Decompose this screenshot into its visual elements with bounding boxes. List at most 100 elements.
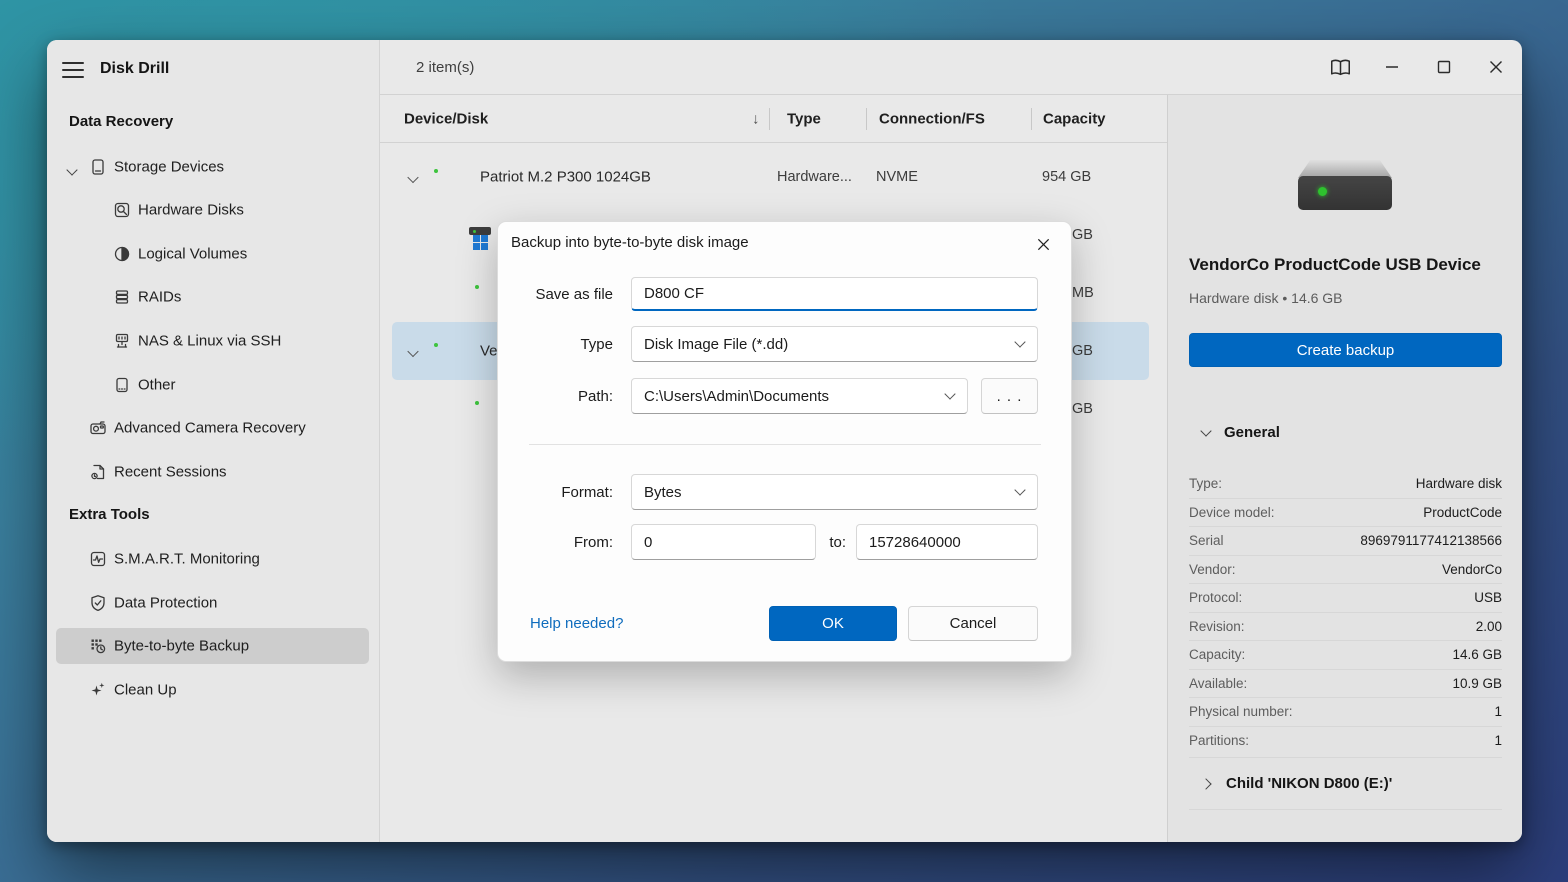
sidebar-item-raids[interactable]: RAIDs bbox=[56, 279, 369, 315]
close-icon[interactable] bbox=[1470, 45, 1522, 89]
minimize-icon[interactable] bbox=[1366, 45, 1418, 89]
close-icon[interactable] bbox=[1027, 228, 1059, 260]
sidebar-item-logical-volumes[interactable]: Logical Volumes bbox=[56, 236, 369, 272]
sidebar-item-smart-monitoring[interactable]: S.M.A.R.T. Monitoring bbox=[56, 541, 369, 577]
device-details-panel: VendorCo ProductCode USB Device Hardware… bbox=[1167, 95, 1522, 842]
sidebar-item-label: Recent Sessions bbox=[114, 463, 227, 481]
format-dropdown[interactable]: Bytes bbox=[631, 474, 1038, 510]
column-connection-fs[interactable]: Connection/FS bbox=[879, 110, 985, 127]
from-input[interactable] bbox=[631, 524, 816, 560]
sidebar-item-hardware-disks[interactable]: Hardware Disks bbox=[56, 192, 369, 228]
chevron-down-icon bbox=[944, 388, 956, 400]
chevron-right-icon bbox=[1200, 777, 1212, 790]
cancel-button[interactable]: Cancel bbox=[908, 606, 1038, 641]
sidebar-item-label: Hardware Disks bbox=[138, 201, 244, 219]
chevron-down-icon[interactable] bbox=[407, 169, 419, 186]
detail-row: Physical number: 1 bbox=[1189, 698, 1502, 727]
child-device-label: Child 'NIKON D800 (E:)' bbox=[1226, 775, 1393, 792]
sidebar-item-advanced-camera-recovery[interactable]: Advanced Camera Recovery bbox=[56, 410, 369, 446]
child-device-row[interactable]: Child 'NIKON D800 (E:)' bbox=[1189, 757, 1502, 810]
device-title: VendorCo ProductCode USB Device bbox=[1189, 255, 1481, 274]
sidebar-item-byte-to-byte-backup[interactable]: Byte-to-byte Backup bbox=[56, 628, 369, 664]
type-dropdown[interactable]: Disk Image File (*.dd) bbox=[631, 326, 1038, 362]
usb-drive-illustration bbox=[1298, 160, 1392, 210]
sidebar-item-label: Advanced Camera Recovery bbox=[114, 419, 306, 437]
window-controls bbox=[1314, 45, 1522, 89]
app-title: Disk Drill bbox=[100, 60, 170, 77]
sidebar-item-label: Byte-to-byte Backup bbox=[114, 637, 250, 655]
maximize-icon[interactable] bbox=[1418, 45, 1470, 89]
to-input[interactable] bbox=[856, 524, 1038, 560]
other-disk-icon bbox=[113, 376, 131, 394]
type-value: Disk Image File (*.dd) bbox=[644, 335, 789, 353]
format-label: Format: bbox=[561, 483, 613, 501]
browse-button[interactable]: . . . bbox=[981, 378, 1038, 414]
chevron-down-icon[interactable] bbox=[407, 343, 419, 360]
ok-button[interactable]: OK bbox=[769, 606, 897, 641]
detail-row: Revision: 2.00 bbox=[1189, 613, 1502, 641]
column-device-disk[interactable]: Device/Disk bbox=[404, 110, 488, 127]
help-link[interactable]: Help needed? bbox=[530, 606, 623, 641]
logical-volumes-icon bbox=[113, 245, 131, 263]
to-label: to: bbox=[829, 533, 846, 551]
path-dropdown[interactable]: C:\Users\Admin\Documents bbox=[631, 378, 968, 414]
items-count: 2 item(s) bbox=[416, 58, 475, 76]
detail-row: Available: 10.9 GB bbox=[1189, 670, 1502, 698]
sidebar-item-label: RAIDs bbox=[138, 288, 182, 306]
chevron-down-icon bbox=[1014, 336, 1026, 348]
general-section-header[interactable]: General bbox=[1200, 424, 1280, 441]
device-capacity: MB bbox=[1072, 285, 1094, 301]
storage-devices-icon bbox=[89, 158, 107, 176]
sidebar: Disk Drill Data Recovery Storage Devices… bbox=[47, 40, 380, 842]
chevron-down-icon bbox=[1014, 484, 1026, 496]
create-backup-button[interactable]: Create backup bbox=[1189, 333, 1502, 367]
detail-row: Device model: ProductCode bbox=[1189, 499, 1502, 527]
sidebar-item-storage-devices[interactable]: Storage Devices bbox=[56, 149, 369, 185]
dialog-divider bbox=[529, 444, 1041, 445]
sidebar-item-data-protection[interactable]: Data Protection bbox=[56, 585, 369, 621]
nas-ssh-icon bbox=[113, 332, 131, 350]
sidebar-item-label: Clean Up bbox=[114, 681, 177, 699]
device-capacity: GB bbox=[1072, 343, 1093, 359]
camera-icon bbox=[89, 419, 107, 437]
detail-row: Capacity: 14.6 GB bbox=[1189, 641, 1502, 670]
detail-row: Vendor: VendorCo bbox=[1189, 556, 1502, 584]
general-title: General bbox=[1224, 424, 1280, 441]
device-capacity: GB bbox=[1072, 401, 1093, 417]
chevron-down-icon[interactable] bbox=[66, 161, 78, 178]
sidebar-item-other[interactable]: Other bbox=[56, 367, 369, 403]
detail-row: Protocol: USB bbox=[1189, 584, 1502, 613]
path-value: C:\Users\Admin\Documents bbox=[644, 387, 830, 405]
sidebar-item-nas-linux-ssh[interactable]: NAS & Linux via SSH bbox=[56, 323, 369, 359]
column-capacity[interactable]: Capacity bbox=[1043, 110, 1106, 127]
device-capacity: 954 GB bbox=[1042, 169, 1092, 185]
sidebar-item-label: Data Protection bbox=[114, 594, 218, 612]
open-book-icon[interactable] bbox=[1314, 45, 1366, 89]
device-type: Hardware... bbox=[777, 169, 852, 185]
path-label: Path: bbox=[577, 387, 613, 405]
backup-dialog: Backup into byte-to-byte disk image Save… bbox=[497, 221, 1072, 662]
from-label: From: bbox=[573, 533, 613, 551]
table-row[interactable]: Patriot M.2 P300 1024GB Hardware... NVME… bbox=[380, 148, 1167, 206]
sort-descending-icon[interactable]: ↓ bbox=[752, 110, 760, 127]
detail-row: Type: Hardware disk bbox=[1189, 470, 1502, 499]
sidebar-item-label: Logical Volumes bbox=[138, 245, 248, 263]
chevron-down-icon bbox=[1200, 424, 1212, 437]
table-header: Device/Disk ↓ Type Connection/FS Capacit… bbox=[380, 95, 1167, 143]
sidebar-item-label: Storage Devices bbox=[114, 158, 225, 176]
sidebar-item-label: Other bbox=[138, 376, 176, 394]
main-titlebar: 2 item(s) bbox=[380, 40, 1522, 95]
type-label: Type bbox=[580, 335, 613, 353]
raids-icon bbox=[113, 288, 131, 306]
format-value: Bytes bbox=[644, 483, 682, 501]
sidebar-item-recent-sessions[interactable]: Recent Sessions bbox=[56, 454, 369, 490]
device-fs: NVME bbox=[876, 169, 918, 185]
sidebar-item-label: NAS & Linux via SSH bbox=[138, 332, 282, 350]
hamburger-menu-icon[interactable] bbox=[62, 62, 86, 78]
column-type[interactable]: Type bbox=[787, 110, 821, 127]
save-as-input[interactable] bbox=[631, 277, 1038, 311]
sidebar-item-clean-up[interactable]: Clean Up bbox=[56, 672, 369, 708]
device-capacity: GB bbox=[1072, 227, 1093, 243]
sidebar-item-label: S.M.A.R.T. Monitoring bbox=[114, 550, 260, 568]
save-as-label: Save as file bbox=[535, 285, 613, 303]
